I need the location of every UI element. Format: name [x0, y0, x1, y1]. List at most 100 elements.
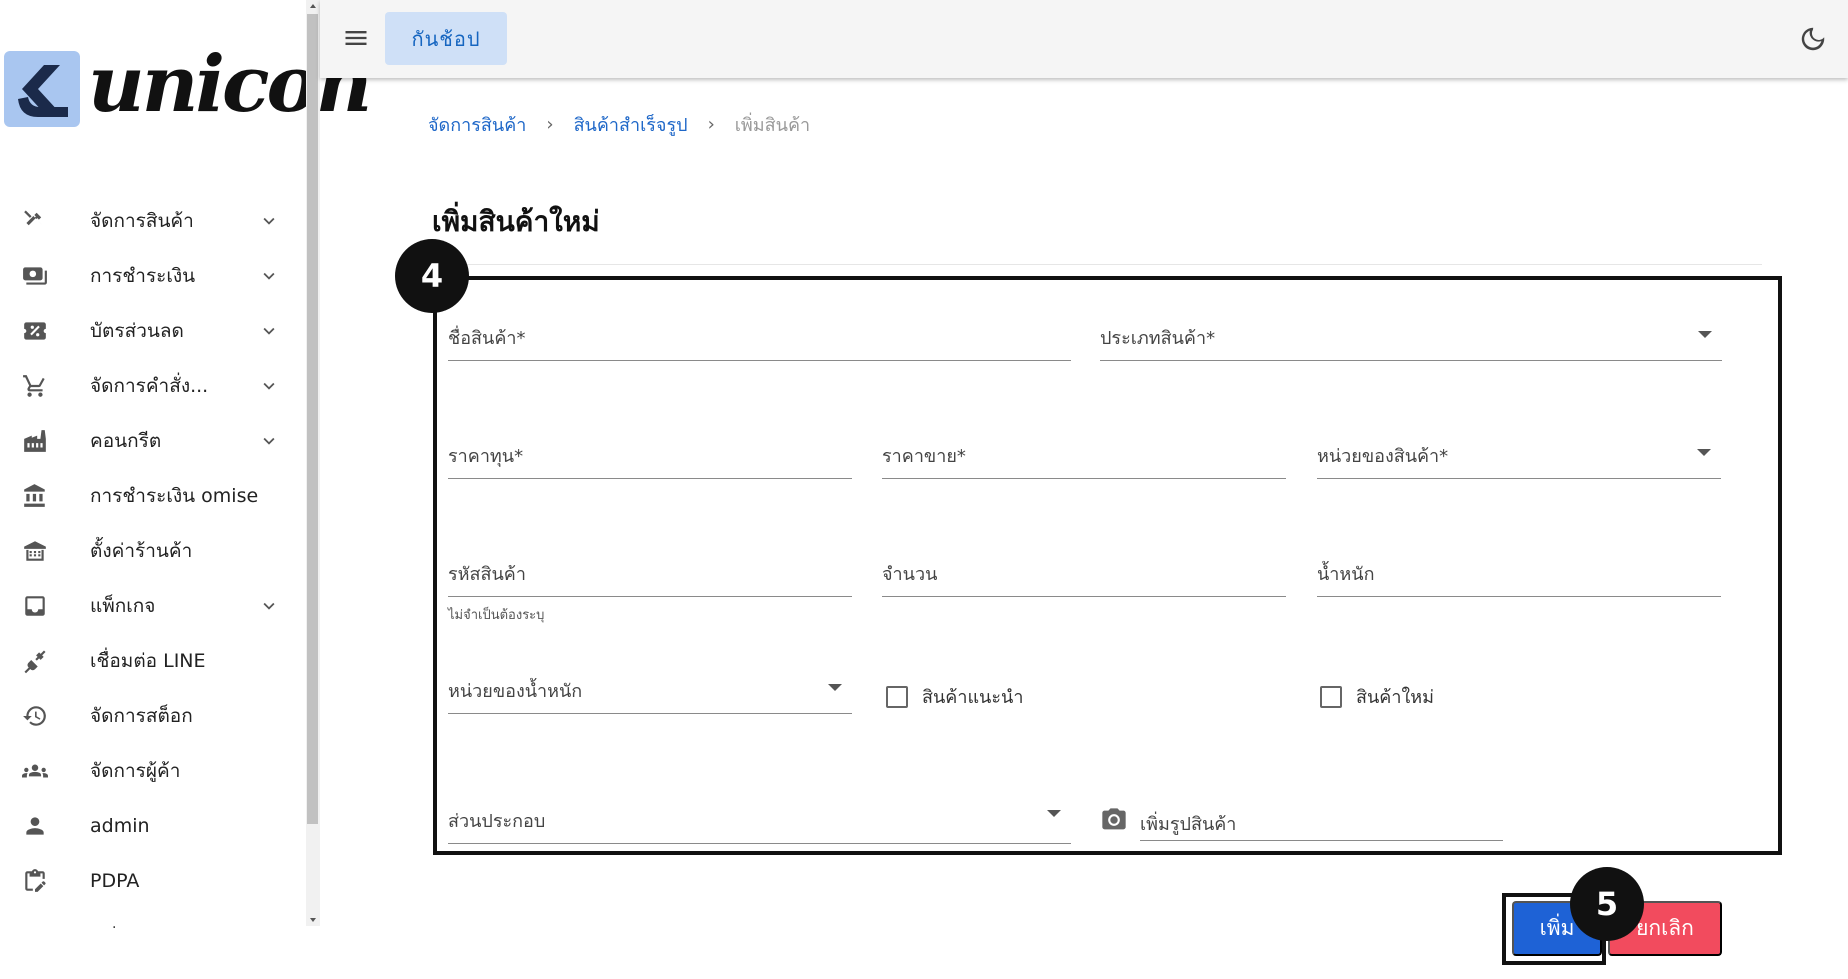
- top-app-bar: กันช้อป: [320, 0, 1848, 78]
- field-label: ประเภทสินค้า*: [1100, 328, 1216, 349]
- sidebar-item-line-connect[interactable]: เชื่อมต่อ LINE: [0, 633, 300, 688]
- chevron-down-icon: [258, 265, 280, 287]
- sidebar-item-stock[interactable]: จัดการสต็อก: [0, 688, 300, 743]
- sidebar-item-label: เชื่อมต่อ LINE: [90, 649, 206, 672]
- clipboard-edit-icon: [22, 868, 48, 894]
- product-unit-select[interactable]: หน่วยของสินค้า*: [1317, 433, 1721, 479]
- sidebar-item-payments[interactable]: การชำระเงิน: [0, 248, 300, 303]
- scroll-up-arrow-icon[interactable]: [307, 0, 319, 12]
- store-icon: [22, 538, 48, 564]
- checkbox-label: สินค้าใหม่: [1356, 687, 1434, 708]
- sidebar-nav: จัดการสินค้า การชำระเงิน บัตรส่วนลด จัดก…: [0, 193, 300, 908]
- field-label: น้ำหนัก: [1317, 564, 1375, 585]
- step-badge-5: 5: [1570, 867, 1644, 941]
- field-label: ชื่อสินค้า*: [448, 328, 526, 349]
- sidebar-item-omise-payment[interactable]: การชำระเงิน omise: [0, 468, 300, 523]
- sidebar-item-label: บัตรส่วนลด: [90, 319, 184, 342]
- cart-icon: [22, 373, 48, 399]
- weight-unit-select[interactable]: หน่วยของน้ำหนัก: [448, 668, 852, 714]
- package-icon: [22, 593, 48, 619]
- sidebar-item-admin[interactable]: admin: [0, 798, 300, 853]
- sidebar-item-label: ตั้งค่าร้านค้า: [90, 539, 193, 562]
- sidebar-item-pdpa[interactable]: PDPA: [0, 853, 300, 908]
- scroll-down-arrow-icon[interactable]: [307, 914, 319, 926]
- sidebar-item-discounts[interactable]: บัตรส่วนลด: [0, 303, 300, 358]
- menu-icon[interactable]: [342, 24, 370, 52]
- sidebar-item-concrete[interactable]: คอนกรีต: [0, 413, 300, 468]
- chevron-down-icon: [258, 595, 280, 617]
- step-badge-4: 4: [395, 239, 469, 313]
- discount-icon: [22, 318, 48, 344]
- sidebar-item-label: การชำระเงิน: [90, 264, 196, 287]
- plug-icon: [22, 648, 48, 674]
- chevron-down-icon: [258, 375, 280, 397]
- bank-icon: [22, 483, 48, 509]
- field-label: ราคาขาย*: [882, 446, 966, 467]
- add-product-image-input[interactable]: เพิ่มรูปสินค้า: [1140, 795, 1503, 841]
- dropdown-arrow-icon: [828, 684, 842, 691]
- sidebar-item-packages[interactable]: แพ็กเกจ: [0, 578, 300, 633]
- tools-icon: [22, 208, 48, 234]
- field-label: หน่วยของสินค้า*: [1317, 446, 1449, 467]
- sidebar-item-product-management[interactable]: จัดการสินค้า: [0, 193, 300, 248]
- sidebar-item-store-settings[interactable]: ตั้งค่าร้านค้า: [0, 523, 300, 578]
- sidebar-item-label: admin: [90, 814, 150, 837]
- sidebar-item-label: PDPA: [90, 869, 140, 892]
- field-label: หน่วยของน้ำหนัก: [448, 681, 583, 702]
- new-product-checkbox[interactable]: สินค้าใหม่: [1320, 682, 1434, 711]
- field-label: จำนวน: [882, 564, 938, 585]
- breadcrumb-product-management[interactable]: จัดการสินค้า: [428, 110, 526, 139]
- sidebar-item-label: จัดการผู้ค้า: [90, 759, 181, 782]
- breadcrumb-separator: ›: [707, 114, 715, 135]
- factory-icon: [22, 428, 48, 454]
- product-code-input[interactable]: รหัสสินค้า: [448, 551, 852, 597]
- product-type-select[interactable]: ประเภทสินค้า*: [1100, 315, 1722, 361]
- sidebar-item-label: จัดการสินค้า: [90, 209, 194, 232]
- breadcrumb: จัดการสินค้า › สินค้าสำเร็จรูป › เพิ่มสิ…: [428, 110, 810, 139]
- dropdown-arrow-icon: [1047, 810, 1061, 817]
- weight-input[interactable]: น้ำหนัก: [1317, 551, 1721, 597]
- product-code-hint: ไม่จำเป็นต้องระบุ: [448, 608, 545, 623]
- divider: [432, 264, 1762, 265]
- field-label: รหัสสินค้า: [448, 564, 526, 585]
- sidebar-item-label: การชำระเงิน omise: [90, 484, 259, 507]
- sidebar-item-label: คอนกรีต: [90, 429, 162, 452]
- ingredients-select[interactable]: ส่วนประกอบ: [448, 798, 1071, 844]
- field-label: เพิ่มรูปสินค้า: [1140, 814, 1237, 835]
- person-icon: [22, 813, 48, 839]
- product-name-input[interactable]: ชื่อสินค้า*: [448, 315, 1071, 361]
- stock-history-icon: [22, 703, 48, 729]
- chevron-down-icon: [258, 210, 280, 232]
- chevron-down-icon: [258, 320, 280, 342]
- sidebar: unicon จัดการสินค้า การชำระเงิน บัตรส่วน…: [0, 0, 372, 936]
- dropdown-arrow-icon: [1697, 449, 1711, 456]
- recommended-checkbox[interactable]: สินค้าแนะนำ: [886, 682, 1023, 711]
- checkbox-label: สินค้าแนะนำ: [922, 687, 1024, 708]
- sidebar-item-vendors[interactable]: จัดการผู้ค้า: [0, 743, 300, 798]
- sidebar-scrollbar-thumb[interactable]: [307, 14, 318, 824]
- quantity-input[interactable]: จำนวน: [882, 551, 1286, 597]
- sidebar-item-label: แพ็กเกจ: [90, 594, 156, 617]
- logo-mark-icon: [4, 51, 80, 127]
- sidebar-item-label: จัดการสต็อก: [90, 704, 193, 727]
- chevron-down-icon: [258, 430, 280, 452]
- checkbox-box[interactable]: [1320, 685, 1342, 708]
- sell-price-input[interactable]: ราคาขาย*: [882, 433, 1286, 479]
- page-title: เพิ่มสินค้าใหม่: [432, 205, 600, 238]
- sidebar-more-text: ·: [112, 920, 117, 936]
- group-icon: [22, 758, 48, 784]
- breadcrumb-separator: ›: [546, 114, 554, 135]
- checkbox-box[interactable]: [886, 685, 908, 708]
- field-label: ส่วนประกอบ: [448, 811, 546, 832]
- field-label: ราคาทุน*: [448, 446, 524, 467]
- camera-icon[interactable]: [1100, 806, 1128, 834]
- sidebar-item-orders[interactable]: จัดการคำสั่ง...: [0, 358, 300, 413]
- shop-name-button[interactable]: กันช้อป: [385, 12, 507, 65]
- payments-icon: [22, 263, 48, 289]
- cost-price-input[interactable]: ราคาทุน*: [448, 433, 852, 479]
- breadcrumb-current: เพิ่มสินค้า: [734, 115, 811, 136]
- dark-mode-toggle-icon[interactable]: [1798, 24, 1828, 54]
- sidebar-item-label: จัดการคำสั่ง...: [90, 374, 209, 397]
- dropdown-arrow-icon: [1698, 331, 1712, 338]
- breadcrumb-ready-made-products[interactable]: สินค้าสำเร็จรูป: [574, 110, 688, 139]
